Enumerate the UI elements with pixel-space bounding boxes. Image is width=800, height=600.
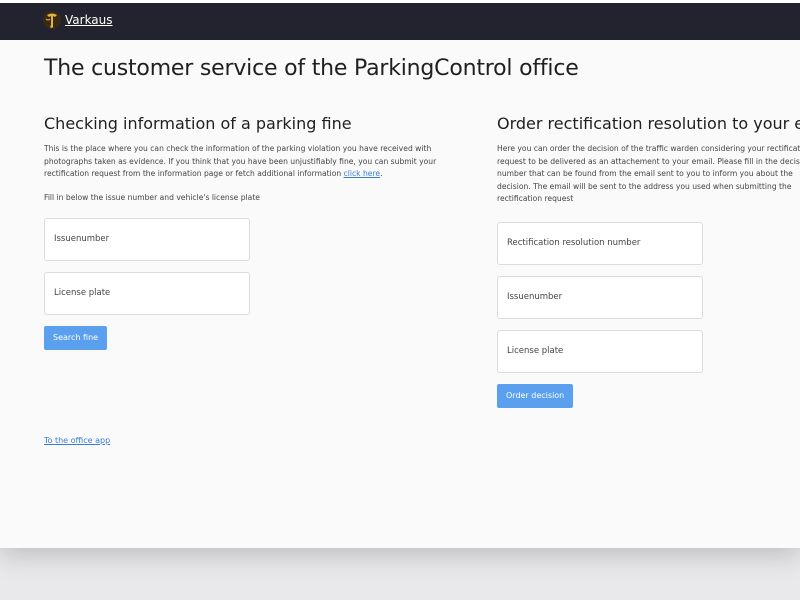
varkaus-logo-icon	[43, 11, 61, 29]
page-title: The customer service of the ParkingContr…	[44, 56, 579, 81]
resolution-number-input[interactable]	[497, 221, 703, 265]
license-plate-input[interactable]	[44, 271, 250, 315]
click-here-link[interactable]: click here	[344, 169, 381, 178]
fill-in-hint: Fill in below the issue number and vehic…	[44, 192, 260, 202]
brand-label: Varkaus	[65, 13, 113, 27]
check-fine-description: This is the place where you can check th…	[44, 144, 437, 178]
order-decision-heading: Order rectification resolution to your e…	[497, 114, 800, 133]
check-fine-heading: Checking information of a parking fine	[44, 114, 352, 133]
check-fine-section: Checking information of a parking fine T…	[44, 114, 476, 350]
browser-window: Varkaus The customer service of the Park…	[0, 0, 800, 548]
order-license-plate-input[interactable]	[497, 329, 703, 373]
order-decision-button[interactable]: Order decision	[497, 383, 574, 408]
brand-link[interactable]: Varkaus	[42, 9, 113, 31]
search-fine-button[interactable]: Search fine	[44, 325, 108, 350]
top-navbar: Varkaus	[0, 0, 800, 40]
issuenumber-input[interactable]	[44, 217, 250, 261]
office-app-link[interactable]: To the office app	[44, 436, 110, 445]
order-decision-section: Order rectification resolution to your e…	[497, 114, 800, 408]
order-decision-description: Here you can order the decision of the t…	[497, 144, 800, 203]
order-issuenumber-input[interactable]	[497, 275, 703, 319]
